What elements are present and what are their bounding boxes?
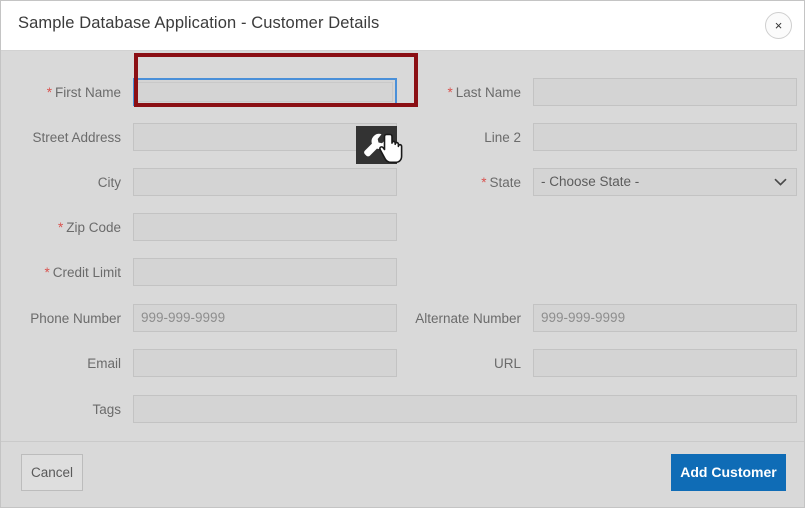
last-name-input[interactable]	[533, 78, 797, 106]
dialog-title: Sample Database Application - Customer D…	[18, 14, 380, 32]
field-url: URL	[415, 348, 797, 378]
label-text: Credit Limit	[52, 264, 121, 280]
form-row: Tags	[1, 394, 804, 424]
state-select[interactable]: - Choose State -	[533, 168, 797, 196]
label-text: Zip Code	[66, 219, 121, 235]
field-label-tags: Tags	[92, 401, 121, 417]
required-marker: *	[481, 174, 487, 190]
field-label-first-name: * First Name	[15, 85, 133, 100]
label-text: State	[489, 174, 521, 190]
label-text: Last Name	[455, 84, 521, 100]
field-email: Email	[15, 348, 397, 378]
field-label-zip-code: * Zip Code	[15, 220, 133, 235]
field-label-last-name: * Last Name	[415, 85, 533, 100]
chevron-down-icon	[774, 169, 787, 195]
field-zip-code: * Zip Code	[15, 212, 397, 242]
field-label-line-2: Line 2	[484, 129, 521, 145]
field-street-address: Street Address	[15, 122, 397, 152]
dialog-footer: Cancel Add Customer	[1, 441, 804, 507]
field-first-name: * First Name	[15, 77, 397, 107]
first-name-input-wrap[interactable]	[133, 78, 397, 106]
field-label-url: URL	[493, 355, 521, 371]
alternate-number-input[interactable]: 999-999-9999	[533, 304, 797, 332]
form-row: Email URL	[1, 348, 804, 378]
credit-limit-input[interactable]	[133, 258, 397, 286]
close-icon[interactable]: ×	[765, 12, 792, 39]
form-row: City * State - Choose State -	[1, 167, 804, 197]
email-input[interactable]	[133, 349, 397, 377]
city-input[interactable]	[133, 168, 397, 196]
field-tags: Tags	[15, 394, 797, 424]
field-label-alternate-number: Alternate Number	[415, 310, 521, 326]
form-row: * Credit Limit	[1, 257, 804, 287]
field-last-name: * Last Name	[415, 77, 797, 107]
form-row: Phone Number 999-999-9999 Alternate Numb…	[1, 303, 804, 333]
form-row: * First Name * Last Name	[1, 77, 804, 107]
field-label-city: City	[97, 174, 121, 190]
url-input[interactable]	[533, 349, 797, 377]
required-marker: *	[57, 219, 64, 235]
dialog-body: *First Name *Last Name Street Address	[1, 51, 804, 442]
required-marker: *	[447, 84, 453, 100]
field-credit-limit: * Credit Limit	[15, 257, 397, 287]
field-label-credit-limit: * Credit Limit	[15, 265, 133, 280]
field-state: * State - Choose State -	[415, 167, 797, 197]
field-phone-number: Phone Number 999-999-9999	[15, 303, 397, 333]
field-label-email: Email	[87, 355, 121, 371]
tags-input[interactable]	[133, 395, 797, 423]
cancel-button[interactable]: Cancel	[21, 454, 83, 491]
form-row: * Zip Code	[1, 212, 804, 242]
label-text: First Name	[54, 84, 121, 100]
field-label-street-address: Street Address	[32, 129, 121, 145]
phone-number-input[interactable]: 999-999-9999	[133, 304, 397, 332]
dialog-header: Sample Database Application - Customer D…	[1, 1, 804, 51]
field-alternate-number: Alternate Number 999-999-9999	[415, 303, 797, 333]
focus-ring	[133, 78, 397, 106]
field-city: City	[15, 167, 397, 197]
field-label-phone-number: Phone Number	[30, 310, 121, 326]
zip-code-input[interactable]	[133, 213, 397, 241]
hand-pointer-icon	[379, 133, 405, 167]
field-label-state: * State	[415, 175, 533, 190]
field-line-2: Line 2	[415, 122, 797, 152]
required-marker: *	[46, 84, 52, 100]
add-customer-button[interactable]: Add Customer	[671, 454, 786, 491]
first-name-input[interactable]	[137, 82, 393, 102]
state-select-value: - Choose State -	[541, 174, 640, 189]
line-2-input[interactable]	[533, 123, 797, 151]
required-marker: *	[44, 264, 50, 280]
customer-details-dialog: Sample Database Application - Customer D…	[0, 0, 805, 508]
